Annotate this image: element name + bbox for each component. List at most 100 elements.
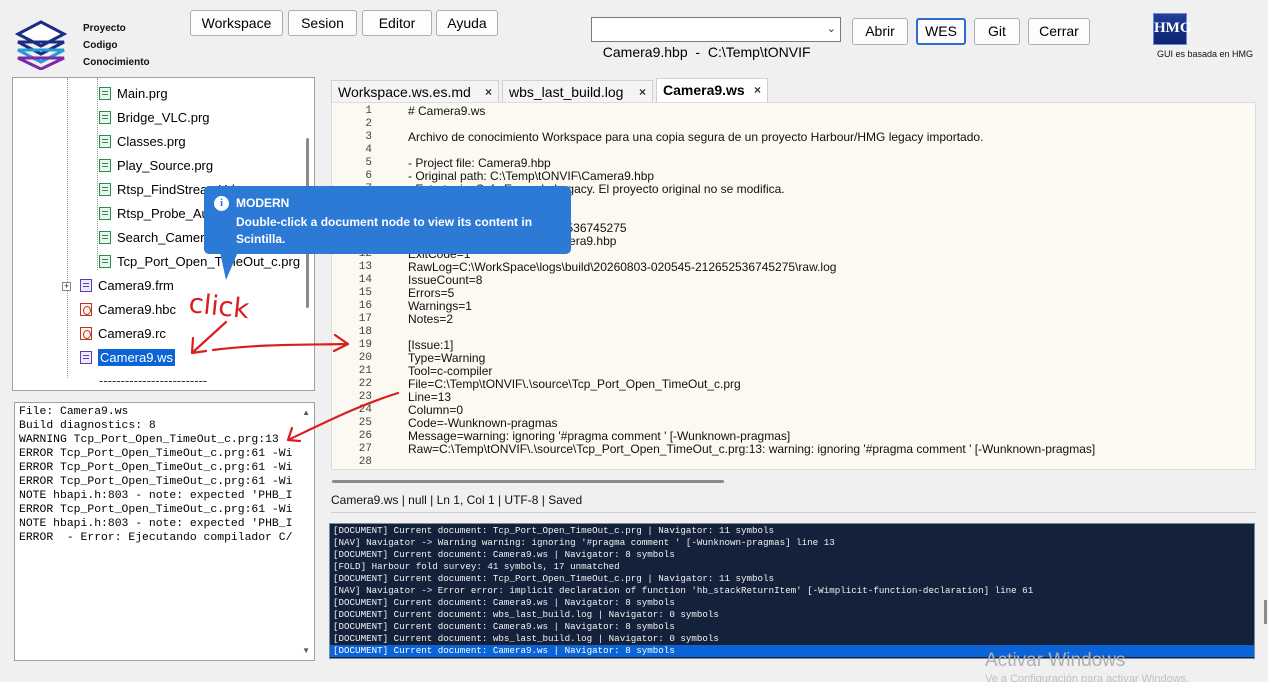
prg-file-icon — [99, 207, 111, 220]
app-logo-icon — [14, 20, 68, 70]
project-select[interactable]: Camera9.hbp - C:\Temp\tONVIF ⌄ — [591, 17, 841, 60]
editor-status-bar: Camera9.ws | null | Ln 1, Col 1 | UTF-8 … — [331, 493, 583, 507]
diag-line: NOTE hbapi.h:803 - note: expected 'PHB_I — [19, 490, 293, 502]
scroll-down-icon[interactable]: ▼ — [302, 646, 310, 655]
code-line: # Camera9.ws — [408, 104, 486, 118]
workspace-file-icon — [80, 351, 92, 364]
close-icon[interactable]: × — [754, 79, 761, 101]
close-icon[interactable]: × — [639, 81, 646, 103]
log-line: [DOCUMENT] Current document: Camera9.ws … — [333, 549, 675, 560]
editor-horizontal-scrollbar[interactable] — [332, 480, 724, 483]
tab-workspace-md[interactable]: Workspace.ws.es.md × — [331, 80, 499, 102]
log-line: [DOCUMENT] Current document: wbs_last_bu… — [333, 609, 719, 620]
diag-line: ERROR Tcp_Port_Open_TimeOut_c.prg:61 -Wi — [19, 504, 293, 516]
hmg-caption: GUI es basada en HMG — [1157, 49, 1254, 59]
code-line: Errors=5 — [408, 286, 455, 300]
code-line: Raw=C:\Temp\tONVIF\.\source\Tcp_Port_Ope… — [408, 442, 1096, 456]
prg-file-icon — [99, 135, 111, 148]
code-line: Tool=c-compiler — [408, 364, 493, 378]
resource-file-icon — [80, 303, 92, 316]
resource-file-icon — [80, 327, 92, 340]
line-number: 19 — [358, 339, 372, 351]
code-line: - Project file: Camera9.hbp — [408, 156, 551, 170]
info-tooltip: i MODERN Double-click a document node to… — [204, 186, 571, 280]
expand-plus-icon[interactable]: + — [62, 282, 71, 291]
tree-node[interactable]: Play_Source.prg — [99, 155, 213, 177]
logo-line-codigo: Codigo — [83, 40, 118, 51]
git-button[interactable]: Git — [974, 18, 1020, 45]
code-line: IssueCount=8 — [408, 273, 483, 287]
line-number: 23 — [358, 391, 372, 403]
code-line: - Original path: C:\Temp\tONVIF\Camera9.… — [408, 169, 655, 183]
menu-editor-button[interactable]: Editor — [362, 10, 432, 36]
code-line: File=C:\Temp\tONVIF\.\source\Tcp_Port_Op… — [408, 377, 741, 391]
tree-node-selected[interactable]: Camera9.ws — [80, 347, 175, 369]
app-logo-text: Proyecto Codigo Conocimiento — [83, 20, 150, 71]
menu-workspace-button[interactable]: Workspace — [190, 10, 283, 36]
line-number: 24 — [358, 404, 372, 416]
windows-activation-subtitle: Ve a Configuración para activar Windows. — [985, 673, 1190, 682]
code-line: Code=-Wunknown-pragmas — [408, 416, 558, 430]
tree-separator: ------------------------- — [99, 373, 208, 388]
code-line: Line=13 — [408, 390, 452, 404]
code-editor[interactable]: 1234567891011121314151617181920212223242… — [331, 102, 1256, 470]
line-number-gutter: 1234567891011121314151617181920212223242… — [332, 103, 374, 469]
abrir-button[interactable]: Abrir — [852, 18, 908, 45]
windows-activation-watermark: Activar Windows — [985, 650, 1126, 671]
tree-node[interactable]: Tcp_Port_Open_TimeOut_c.prg — [99, 251, 300, 273]
tree-node[interactable]: Camera9.frm — [80, 275, 174, 297]
menu-ayuda-button[interactable]: Ayuda — [436, 10, 498, 36]
cerrar-button[interactable]: Cerrar — [1028, 18, 1090, 45]
menu-sesion-button[interactable]: Sesion — [288, 10, 357, 36]
tab-camera9-ws[interactable]: Camera9.ws × — [656, 78, 768, 102]
wes-button[interactable]: WES — [916, 18, 966, 45]
close-icon[interactable]: × — [485, 81, 492, 103]
tree-node[interactable]: Classes.prg — [99, 131, 186, 153]
output-log[interactable]: [DOCUMENT] Current document: Tcp_Port_Op… — [329, 523, 1255, 659]
line-number: 14 — [358, 274, 372, 286]
diag-line: WARNING Tcp_Port_Open_TimeOut_c.prg:13 — [19, 434, 279, 446]
tree-node[interactable]: Bridge_VLC.prg — [99, 107, 210, 129]
tree-node[interactable]: Camera9.rc — [80, 323, 166, 345]
code-line: [Issue:1] — [408, 338, 454, 352]
line-number: 22 — [358, 378, 372, 390]
tab-wbs-last-build[interactable]: wbs_last_build.log × — [502, 80, 653, 102]
log-line: [DOCUMENT] Current document: Tcp_Port_Op… — [333, 525, 775, 536]
tree-node[interactable]: Main.prg — [99, 83, 168, 105]
project-select-value: Camera9.hbp - C:\Temp\tONVIF — [602, 44, 811, 60]
line-number: 5 — [365, 157, 372, 169]
code-line: Type=Warning — [408, 351, 486, 365]
log-line: [DOCUMENT] Current document: Camera9.ws … — [333, 621, 675, 632]
log-line: [DOCUMENT] Current document: Tcp_Port_Op… — [333, 573, 775, 584]
diagnostics-panel[interactable]: File: Camera9.ws Build diagnostics: 8 WA… — [14, 402, 315, 661]
info-icon: i — [214, 196, 229, 211]
diag-line: ERROR - Error: Ejecutando compilador C/ — [19, 532, 293, 544]
line-number: 1 — [365, 105, 372, 117]
line-number: 21 — [358, 365, 372, 377]
line-number: 15 — [358, 287, 372, 299]
line-number: 2 — [365, 118, 372, 130]
line-number: 28 — [358, 456, 372, 468]
log-line: [NAV] Navigator -> Error error: implicit… — [333, 585, 1034, 596]
scroll-up-icon[interactable]: ▲ — [302, 408, 310, 417]
tooltip-title: MODERN — [236, 196, 290, 210]
window-scrollbar[interactable] — [1264, 600, 1267, 624]
code-line: RawLog=C:\WorkSpace\logs\build\20260803-… — [408, 260, 837, 274]
diag-line: ERROR Tcp_Port_Open_TimeOut_c.prg:61 -Wi — [19, 448, 293, 460]
diag-line: Build diagnostics: 8 — [19, 420, 156, 432]
line-number: 26 — [358, 430, 372, 442]
chevron-down-icon: ⌄ — [826, 23, 836, 35]
tree-node[interactable]: Camera9.hbc — [80, 299, 176, 321]
code-line: Column=0 — [408, 403, 464, 417]
prg-file-icon — [99, 87, 111, 100]
code-line: [Issue:2] — [408, 468, 453, 469]
log-line: [DOCUMENT] Current document: wbs_last_bu… — [333, 633, 719, 644]
line-number: 3 — [365, 131, 372, 143]
line-number: 27 — [358, 443, 372, 455]
prg-file-icon — [99, 255, 111, 268]
prg-file-icon — [99, 111, 111, 124]
prg-file-icon — [99, 231, 111, 244]
diag-line: ERROR Tcp_Port_Open_TimeOut_c.prg:61 -Wi — [19, 462, 293, 474]
code-line: Notes=2 — [408, 312, 454, 326]
prg-file-icon — [99, 159, 111, 172]
